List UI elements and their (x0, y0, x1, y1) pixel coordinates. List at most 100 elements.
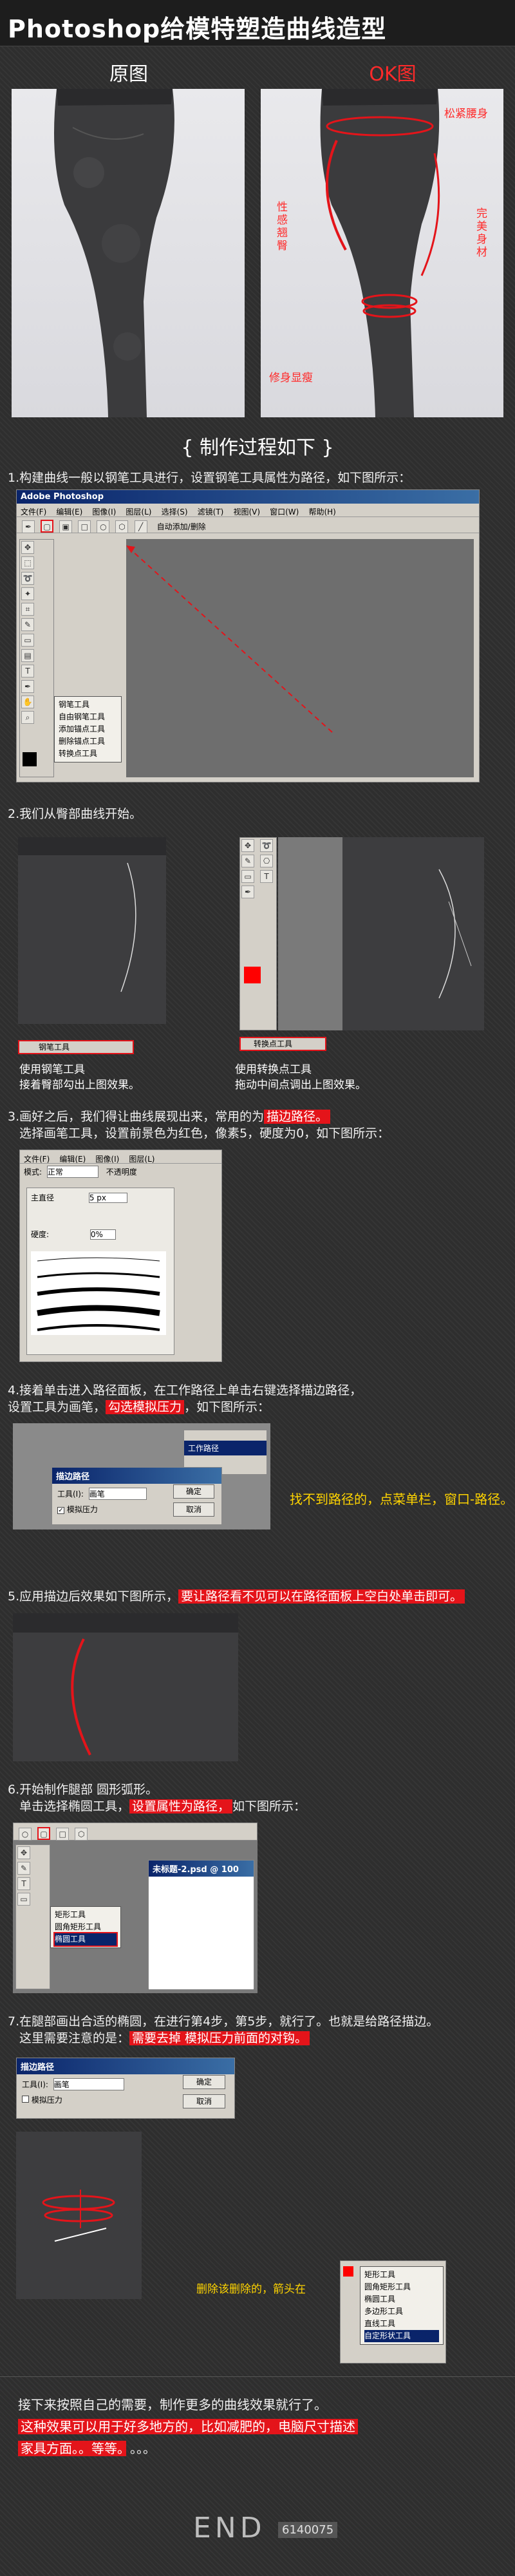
text-icon[interactable]: T (21, 665, 34, 677)
hardness-input[interactable]: 0% (89, 1229, 116, 1240)
flyout-rectangle[interactable]: 矩形工具 (55, 1909, 117, 1921)
ending-line3: 家具方面。。等等。。。。 (18, 2439, 156, 2458)
flyout-rectangle[interactable]: 矩形工具 (364, 2269, 439, 2281)
brush-icon[interactable]: ✎ (17, 1862, 30, 1875)
brush-icon[interactable]: ✎ (21, 618, 34, 631)
stroke-tool-select[interactable]: 画笔 (53, 2078, 124, 2090)
step7-text-b: 这里需要注意的是： (19, 2031, 130, 2045)
simulate-pressure-label: 模拟压力 (31, 2096, 62, 2105)
stroke-tool-label: 工具(I): (22, 2080, 48, 2089)
step-4-text-a: 4.接着单击进入路径面板，在工作路径上单击右键选择描边路径， (8, 1383, 362, 1397)
page-title: Photoshop给模特塑造曲线造型 (8, 15, 387, 43)
ending-dots: 。。。 (130, 2441, 156, 2456)
move-icon[interactable]: ✥ (241, 839, 254, 852)
eraser-icon[interactable]: ▭ (21, 634, 34, 647)
menu-file[interactable]: 文件(F) (24, 1155, 50, 1164)
text-icon[interactable]: T (260, 870, 274, 883)
lasso-icon[interactable]: ➰ (21, 572, 34, 585)
simulate-pressure-checkbox[interactable] (22, 2096, 29, 2103)
foreground-color-swatch[interactable] (343, 2266, 353, 2277)
step-3-text: 3.画好之后，我们得让曲线展现出来，常用的为 描边路径。 (8, 1108, 331, 1126)
move-icon[interactable]: ✥ (21, 541, 34, 554)
menu-file[interactable]: 文件(F) (21, 507, 46, 516)
crop-icon[interactable]: ⌗ (21, 603, 34, 616)
convert-tool-option[interactable]: 转换点工具 (239, 1037, 326, 1051)
mode-label: 模式: (24, 1168, 42, 1177)
step-1-text: 1.构建曲线一般以钢笔工具进行，设置钢笔工具属性为路径，如下图所示： (8, 471, 411, 485)
brush-size-input[interactable]: 5 px (88, 1193, 127, 1203)
stroke-tool-select[interactable]: 画笔 (88, 1488, 147, 1500)
ok-button[interactable]: 确定 (173, 1484, 214, 1499)
flyout-rounded-rectangle[interactable]: 圆角矩形工具 (364, 2281, 439, 2293)
flyout-add-anchor[interactable]: 添加锚点工具 (59, 723, 117, 735)
ps-menu-bar-step3: 文件(F) 编辑(E) 图像(I) 图层(L) (20, 1150, 221, 1164)
flyout-pen-tool[interactable]: 钢笔工具 (59, 699, 117, 711)
polygon-icon[interactable]: ⬡ (75, 1828, 88, 1841)
step6-text-b: 单击选择椭圆工具， (19, 1799, 130, 1814)
menu-window[interactable]: 窗口(W) (270, 507, 299, 516)
text-icon[interactable]: T (17, 1877, 30, 1890)
master-diameter-label: 主直径 (31, 1193, 55, 1202)
pen-tool-icon[interactable]: ✒ (21, 680, 34, 693)
polygon-icon[interactable]: ⬡ (115, 520, 129, 533)
menu-select[interactable]: 选择(S) (162, 507, 188, 516)
pen-icon[interactable]: ✒ (22, 520, 35, 533)
menu-edit[interactable]: 编辑(E) (56, 507, 82, 516)
eraser-icon[interactable]: ▭ (241, 870, 254, 883)
paths-mode-icon[interactable]: ▢ (41, 520, 54, 533)
flyout-convert-point[interactable]: 转换点工具 (59, 748, 117, 760)
step3-text-a: 3.画好之后，我们得让曲线展现出来，常用的为 (8, 1110, 265, 1124)
mode-select[interactable]: 正常 (46, 1166, 98, 1178)
stroke-path-dialog-step7: 描边路径 工具(I): 画笔 模拟压力 确定 取消 (16, 2058, 235, 2119)
step3-highlight: 描边路径。 (264, 1110, 331, 1124)
hand-icon[interactable]: ✋ (21, 696, 34, 708)
marquee-icon[interactable]: ⬚ (21, 556, 34, 569)
move-icon[interactable]: ✥ (17, 1846, 30, 1859)
flyout-custom-shape[interactable]: 自定形状工具 (364, 2330, 439, 2342)
menu-view[interactable]: 视图(V) (233, 507, 260, 516)
foreground-color-swatch[interactable] (244, 967, 261, 983)
menu-image[interactable]: 图像(I) (95, 1155, 119, 1164)
paths-mode-icon[interactable]: ▢ (37, 1827, 51, 1840)
menu-layer[interactable]: 图层(L) (126, 507, 151, 516)
work-path-item[interactable]: 工作路径 (184, 1441, 267, 1455)
rectangle-icon[interactable]: □ (56, 1828, 70, 1841)
menu-filter[interactable]: 滤镜(T) (198, 507, 224, 516)
menu-image[interactable]: 图像(I) (92, 507, 116, 516)
rectangle-icon[interactable]: □ (78, 520, 91, 533)
line-icon[interactable]: ╱ (134, 520, 147, 533)
cancel-button[interactable]: 取消 (183, 2094, 225, 2108)
shape-layer-icon[interactable]: ▣ (59, 520, 73, 533)
ellipse-icon[interactable]: ○ (97, 520, 110, 533)
zoom-icon[interactable]: ⌕ (21, 711, 34, 724)
menu-help[interactable]: 帮助(H) (308, 507, 335, 516)
flyout-ellipse[interactable]: 椭圆工具 (53, 1932, 118, 1947)
foreground-color-swatch[interactable] (23, 752, 37, 766)
step2-left-caption1: 使用钢笔工具 (19, 1063, 85, 1076)
menu-layer[interactable]: 图层(L) (129, 1155, 154, 1164)
simulate-pressure-checkbox[interactable]: ✓ (57, 1507, 64, 1514)
flyout-ellipse[interactable]: 椭圆工具 (364, 2293, 439, 2306)
ps-toolbox: ✥ ⬚ ➰ ✦ ⌗ ✎ ▭ ▤ T ✒ ✋ ⌕ (19, 539, 54, 777)
auto-add-delete-label[interactable]: 自动添加/删除 (157, 522, 206, 531)
gradient-icon[interactable]: ▤ (21, 649, 34, 662)
step-6-text-b: 单击选择椭圆工具， 设置属性为路径， 如下图所示： (19, 1797, 306, 1815)
menu-edit[interactable]: 编辑(E) (59, 1155, 86, 1164)
brush-options-bar: 模式: 正常 不透明度 (20, 1163, 221, 1180)
magic-wand-icon[interactable]: ✦ (21, 587, 34, 600)
ok-button[interactable]: 确定 (183, 2075, 225, 2089)
ellipse-icon[interactable]: ○ (19, 1828, 32, 1841)
shape-tool-icon[interactable]: ▭ (17, 1893, 30, 1906)
flyout-polygon[interactable]: 多边形工具 (364, 2306, 439, 2318)
brush-stroke-previews[interactable] (31, 1251, 166, 1335)
stamp-icon[interactable]: ⎔ (260, 855, 274, 867)
lasso-icon[interactable]: ➰ (260, 839, 274, 852)
brush-icon[interactable]: ✎ (241, 855, 254, 867)
pen-tool-option[interactable]: 钢笔工具 (18, 1040, 134, 1054)
flyout-freeform-pen[interactable]: 自由钢笔工具 (59, 711, 117, 723)
flyout-delete-anchor[interactable]: 删除锚点工具 (59, 735, 117, 748)
flyout-rounded-rectangle[interactable]: 圆角矩形工具 (55, 1921, 117, 1933)
cancel-button[interactable]: 取消 (173, 1502, 214, 1517)
flyout-line[interactable]: 直线工具 (364, 2318, 439, 2330)
pen-tool-icon[interactable]: ✒ (241, 886, 254, 898)
